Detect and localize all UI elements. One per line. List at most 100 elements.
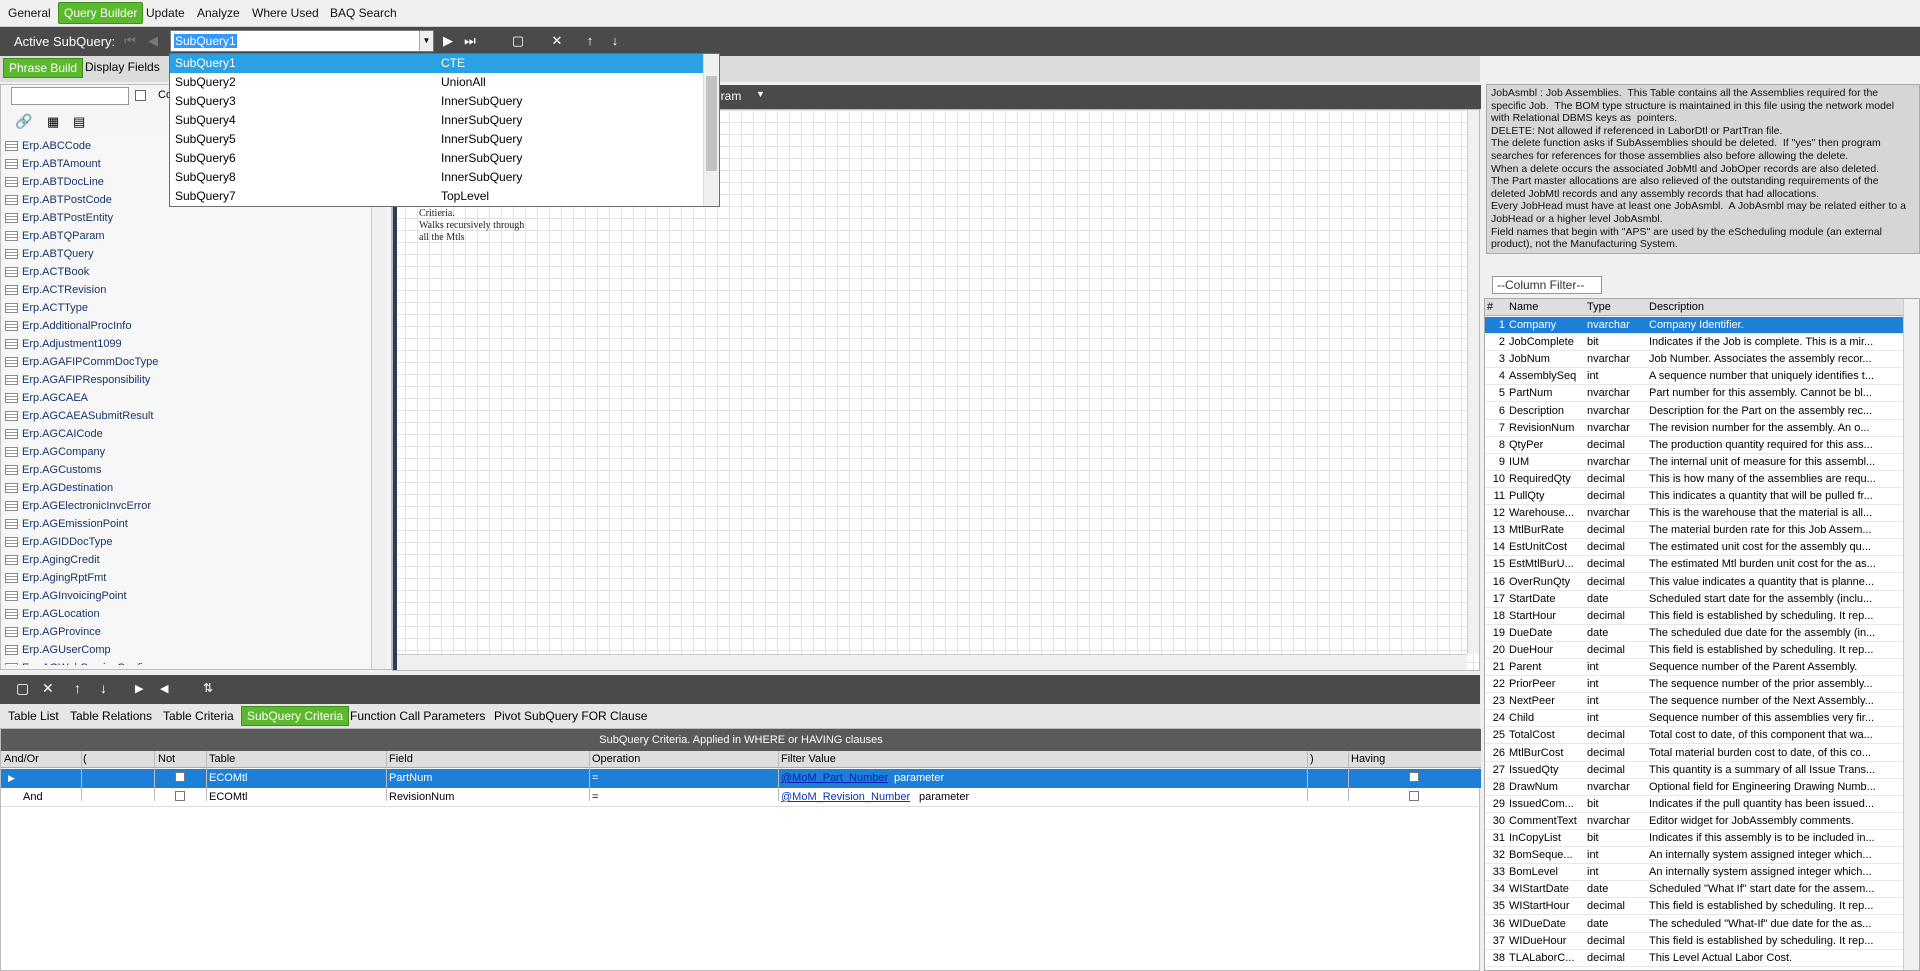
field-row[interactable]: 17 StartDate date Scheduled start date for …	[1485, 591, 1905, 608]
field-row[interactable]: 15 EstMtlBurU... decimal The estimated Mtl …	[1485, 556, 1905, 574]
tree-item[interactable]: Erp.ACTRevision	[3, 281, 371, 299]
tree-item[interactable]: Erp.AGUserComp	[3, 641, 371, 659]
col-not[interactable]: Not	[158, 753, 175, 765]
field-row[interactable]: 28 DrawNum nvarchar Optional field for Engi…	[1485, 779, 1905, 796]
field-row[interactable]: 29 IssuedCom... bit Indicates if the pull q…	[1485, 796, 1905, 813]
tree-item[interactable]: Erp.AGCAEASubmitResult	[3, 407, 371, 425]
table-icon[interactable]: ▤	[73, 114, 85, 130]
move-up-icon[interactable]: ↑	[74, 680, 81, 696]
field-row[interactable]: 33 BomLevel int An internally system assign…	[1485, 864, 1905, 882]
dropdown-scrollbar[interactable]	[703, 54, 719, 206]
dropdown-row[interactable]: SubQuery4 InnerSubQuery	[170, 111, 704, 130]
field-row[interactable]: 9 IUM nvarchar The internal unit of measure…	[1485, 454, 1905, 471]
table-row[interactable]: ▶ ECOMtl PartNum = @MoM_Part_Number para…	[1, 769, 1481, 788]
col-name[interactable]: Name	[1509, 301, 1538, 313]
field-row[interactable]: 24 Child int Sequence number of this assemb…	[1485, 710, 1905, 728]
delete-icon[interactable]: ✕	[547, 31, 567, 51]
col-number[interactable]: #	[1487, 301, 1493, 313]
tree-item[interactable]: Erp.AGCAEA	[3, 389, 371, 407]
tree-item[interactable]: Erp.AGDestination	[3, 479, 371, 497]
tab-subquery-criteria[interactable]: SubQuery Criteria	[241, 706, 350, 726]
move-up-icon[interactable]: ↑	[580, 31, 600, 51]
fields-scrollbar[interactable]	[1903, 299, 1919, 970]
column-filter-input[interactable]: --Column Filter--	[1492, 276, 1602, 294]
field-row[interactable]: 21 Parent int Sequence number of the Parent…	[1485, 659, 1905, 676]
tree-item[interactable]: Erp.AGElectronicInvcError	[3, 497, 371, 515]
menu-query-builder[interactable]: Query Builder	[58, 2, 144, 24]
field-row[interactable]: 35 WIStartHour decimal This field is establ…	[1485, 898, 1905, 916]
tree-item[interactable]: Erp.Adjustment1099	[3, 335, 371, 353]
tab-table-criteria[interactable]: Table Criteria	[163, 709, 234, 723]
field-row[interactable]: 37 WIDueHour decimal This field is establis…	[1485, 933, 1905, 950]
having-checkbox[interactable]	[1409, 791, 1419, 801]
col-filter-value[interactable]: Filter Value	[781, 753, 836, 765]
move-down-icon[interactable]: ↓	[605, 31, 625, 51]
tab-table-list[interactable]: Table List	[8, 709, 59, 723]
field-row[interactable]: 23 NextPeer int The sequence number of the …	[1485, 693, 1905, 711]
tree-item[interactable]: Erp.AGCompany	[3, 443, 371, 461]
first-icon[interactable]: ⏮	[120, 31, 140, 51]
subquery-combo[interactable]: SubQuery1 ▼	[170, 30, 434, 52]
table-search-input[interactable]	[11, 87, 129, 105]
tree-item[interactable]: Erp.ABTQParam	[3, 227, 371, 245]
field-row[interactable]: 14 EstUnitCost decimal The estimated unit c…	[1485, 539, 1905, 557]
tab-pivot-clause[interactable]: Pivot SubQuery FOR Clause	[494, 709, 647, 723]
field-row[interactable]: 12 Warehouse... nvarchar This is the wareho…	[1485, 505, 1905, 523]
field-row[interactable]: 3 JobNum nvarchar Job Number. Associates th…	[1485, 351, 1905, 369]
chevron-down-icon[interactable]: ▼	[419, 31, 433, 51]
tree-item[interactable]: Erp.AGInvoicingPoint	[3, 587, 371, 605]
cell-field[interactable]: RevisionNum	[389, 791, 454, 803]
field-row[interactable]: 36 WIDueDate date The scheduled "What-If" d…	[1485, 916, 1905, 933]
col-table[interactable]: Table	[209, 753, 235, 765]
tab-function-call-parameters[interactable]: Function Call Parameters	[350, 709, 485, 723]
menu-baq-search[interactable]: BAQ Search	[330, 6, 397, 20]
scroll-thumb[interactable]	[706, 76, 717, 171]
field-row[interactable]: 32 BomSeque... int An internally system ass…	[1485, 847, 1905, 865]
tree-scrollbar[interactable]	[371, 137, 387, 669]
tree-item[interactable]: Erp.ACTBook	[3, 263, 371, 281]
tree-item[interactable]: Erp.ABTQuery	[3, 245, 371, 263]
having-checkbox[interactable]	[1409, 772, 1419, 782]
col-close-paren[interactable]: )	[1310, 753, 1314, 765]
table-row[interactable]: And ECOMtl RevisionNum = @MoM_Revision_N…	[1, 788, 1481, 807]
field-row[interactable]: 1 Company nvarchar Company Identifier.	[1485, 317, 1905, 334]
menu-analyze[interactable]: Analyze	[197, 6, 240, 20]
tree-item[interactable]: Erp.AGWebServiceConfig	[3, 659, 371, 665]
field-row[interactable]: 2 JobComplete bit Indicates if the Job is c…	[1485, 334, 1905, 352]
col-field[interactable]: Field	[389, 753, 413, 765]
cell-filter-value-link[interactable]: @MoM_Part_Number	[781, 772, 888, 784]
new-subquery-icon[interactable]: ▢	[508, 31, 528, 51]
col-open-paren[interactable]: (	[83, 753, 87, 765]
cell-filter-value-link[interactable]: @MoM_Revision_Number	[781, 791, 910, 803]
tree-item[interactable]: Erp.AGProvince	[3, 623, 371, 641]
grid-icon[interactable]: ▦	[47, 114, 59, 130]
sort-icon[interactable]: ⇅	[203, 681, 213, 695]
field-row[interactable]: 34 WIStartDate date Scheduled "What If" sta…	[1485, 881, 1905, 899]
prev-icon[interactable]: ◀	[143, 31, 163, 51]
dropdown-row[interactable]: SubQuery2 UnionAll	[170, 73, 704, 92]
tree-item[interactable]: Erp.AgingCredit	[3, 551, 371, 569]
last-icon[interactable]: ⏭	[460, 31, 480, 51]
tree-item[interactable]: Erp.AdditionalProcInfo	[3, 317, 371, 335]
link-icon[interactable]: 🔗	[15, 113, 32, 130]
menu-where-used[interactable]: Where Used	[252, 6, 319, 20]
field-row[interactable]: 16 OverRunQty decimal This value indicates …	[1485, 574, 1905, 591]
tree-item[interactable]: Erp.AGIDDocType	[3, 533, 371, 551]
tree-item[interactable]: Erp.AgingRptFmt	[3, 569, 371, 587]
tree-item[interactable]: Erp.AGCustoms	[3, 461, 371, 479]
cell-andor[interactable]: And	[23, 791, 43, 803]
dropdown-row[interactable]: SubQuery1 CTE	[170, 54, 704, 73]
table-tree[interactable]: Erp.ABCCode Erp.ABTAmount Erp.ABTDocLine Er…	[3, 137, 371, 665]
col-operation[interactable]: Operation	[592, 753, 640, 765]
field-row[interactable]: 10 RequiredQty decimal This is how many of …	[1485, 471, 1905, 488]
field-row[interactable]: 27 IssuedQty decimal This quantity is a sum…	[1485, 762, 1905, 779]
move-down-icon[interactable]: ↓	[100, 680, 107, 696]
cell-table[interactable]: ECOMtl	[209, 772, 248, 784]
cell-field[interactable]: PartNum	[389, 772, 432, 784]
col-having[interactable]: Having	[1351, 753, 1385, 765]
dropdown-row[interactable]: SubQuery3 InnerSubQuery	[170, 92, 704, 111]
field-row[interactable]: 19 DueDate date The scheduled due date for …	[1485, 625, 1905, 642]
cell-table[interactable]: ECOMtl	[209, 791, 248, 803]
tree-item[interactable]: Erp.AGAFIPResponsibility	[3, 371, 371, 389]
field-row[interactable]: 31 InCopyList bit Indicates if this assembl…	[1485, 830, 1905, 847]
